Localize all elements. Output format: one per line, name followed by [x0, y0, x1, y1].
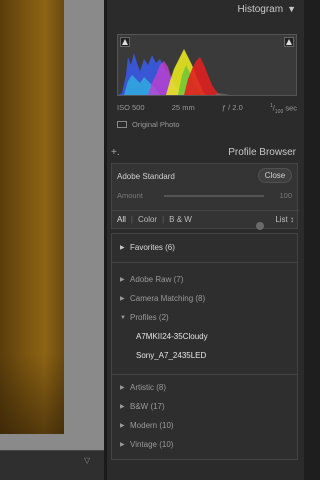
group-label: Vintage (10) [130, 440, 174, 449]
group-camera-matching[interactable]: ▶ Camera Matching (8) [120, 294, 205, 303]
filter-bw[interactable]: B & W [169, 215, 192, 224]
histogram-chart [118, 49, 230, 95]
histogram-section: ISO 500 25 mm ƒ / 2.0 1/100 sec Original… [113, 30, 297, 134]
original-photo-label: Original Photo [132, 120, 180, 129]
chevron-down-icon[interactable]: ▽ [84, 456, 96, 466]
expand-triangle-icon: ▶ [120, 423, 125, 429]
amount-label: Amount [117, 191, 143, 200]
add-profile-icon[interactable]: +. [111, 147, 120, 158]
current-profile-name: Adobe Standard [117, 172, 175, 181]
profile-browser-controls: Adobe Standard Close Amount 100 All | Co… [111, 163, 299, 230]
group-bw[interactable]: ▶ B&W (17) [120, 402, 165, 411]
photo-image [0, 0, 64, 434]
group-divider [112, 262, 297, 263]
histogram-title: Histogram [237, 3, 284, 15]
histogram-graph [117, 34, 297, 96]
aperture-value: ƒ / 2.0 [221, 103, 243, 112]
group-label: Artistic (8) [130, 383, 166, 392]
shutter-unit: sec [285, 103, 297, 113]
close-button[interactable]: Close [258, 168, 292, 183]
filter-color[interactable]: Color [138, 215, 157, 224]
highlight-clipping-toggle[interactable] [284, 37, 294, 47]
group-label: Camera Matching (8) [130, 294, 206, 303]
histogram-header[interactable]: Histogram ▼ [107, 0, 304, 18]
shutter-speed-value: 1/100 sec [270, 103, 297, 115]
profile-item[interactable]: A7MKII24-35Cloudy [136, 332, 208, 341]
amount-value: 100 [279, 191, 292, 200]
iso-value: ISO 500 [117, 103, 145, 112]
profile-group-list: ▶ Favorites (6) ▶ Adobe Raw (7) ▶ Camera… [111, 233, 298, 460]
original-photo-icon [117, 121, 127, 128]
view-mode-dropdown[interactable]: List ↕ [275, 215, 294, 224]
group-label: Modern (10) [130, 421, 174, 430]
profile-browser-title: Profile Browser [228, 146, 296, 158]
expand-triangle-icon: ▶ [120, 277, 125, 283]
group-favorites[interactable]: ▶ Favorites (6) [120, 243, 175, 252]
group-label: Profiles (2) [130, 313, 169, 322]
photo-canvas [0, 0, 104, 480]
amount-slider[interactable] [164, 195, 264, 230]
collapse-triangle-icon[interactable]: ▼ [287, 4, 296, 14]
develop-panel: Histogram ▼ ISO 500 25 mm ƒ / 2.0 1/100 … [104, 0, 304, 480]
profile-filter-row: All | Color | B & W List ↕ [112, 210, 299, 228]
group-artistic[interactable]: ▶ Artistic (8) [120, 383, 166, 392]
group-label: Favorites (6) [130, 243, 175, 252]
expand-triangle-icon: ▶ [120, 296, 125, 302]
original-photo-toggle[interactable]: Original Photo [117, 120, 180, 129]
group-profiles[interactable]: ▼ Profiles (2) [120, 313, 169, 322]
collapse-triangle-icon: ▼ [120, 314, 126, 321]
expand-triangle-icon: ▶ [120, 245, 125, 251]
exif-info-row: ISO 500 25 mm ƒ / 2.0 1/100 sec [117, 103, 297, 115]
profile-browser-header: +. Profile Browser [107, 143, 304, 161]
group-label: B&W (17) [130, 402, 165, 411]
group-modern[interactable]: ▶ Modern (10) [120, 421, 174, 430]
group-divider [112, 374, 297, 375]
expand-triangle-icon: ▶ [120, 442, 125, 448]
profile-item[interactable]: Sony_A7_2435LED [136, 351, 206, 360]
expand-triangle-icon: ▶ [120, 404, 125, 410]
group-adobe-raw[interactable]: ▶ Adobe Raw (7) [120, 275, 183, 284]
shutter-numerator: 1 [270, 103, 273, 109]
focal-length-value: 25 mm [171, 103, 195, 112]
shadow-clipping-toggle[interactable] [120, 37, 130, 47]
filter-divider: | [130, 215, 133, 224]
expand-triangle-icon: ▶ [120, 385, 125, 391]
filter-divider: | [162, 215, 165, 224]
shutter-denominator: 100 [274, 109, 284, 115]
group-label: Adobe Raw (7) [130, 275, 184, 284]
filter-all[interactable]: All [117, 215, 126, 224]
group-vintage[interactable]: ▶ Vintage (10) [120, 440, 173, 449]
